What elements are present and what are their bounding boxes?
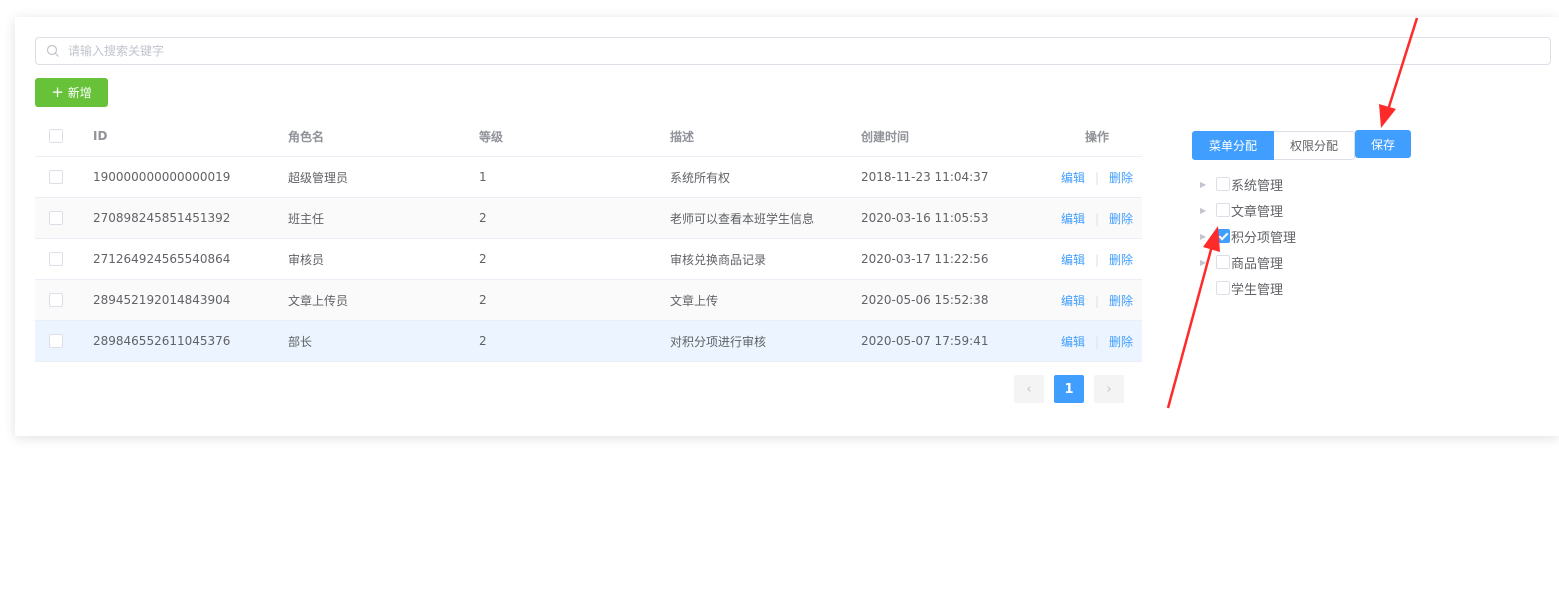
table-row[interactable]: 271264924565540864 审核员 2 审核兑换商品记录 2020-0… [35,239,1142,280]
cell-created: 2020-05-07 17:59:41 [861,334,989,348]
cell-created: 2020-03-16 11:05:53 [861,211,989,225]
tree-node-label: 商品管理 [1231,256,1284,272]
row-checkbox[interactable] [49,170,63,185]
column-header-created: 创建时间 [861,129,910,144]
divider: | [1094,334,1100,349]
cell-level: 2 [479,293,487,307]
tree-node[interactable]: ▶ 文章管理 [1200,197,1296,223]
table-row[interactable]: 289846552611045376 部长 2 对积分项进行审核 2020-05… [35,321,1142,362]
cell-desc: 老师可以查看本班学生信息 [670,211,815,226]
edit-link[interactable]: 编辑 [1061,253,1085,267]
table-row[interactable]: 270898245851451392 班主任 2 老师可以查看本班学生信息 20… [35,198,1142,239]
caret-right-icon[interactable]: ▶ [1200,206,1216,215]
table-row[interactable]: 289452192014843904 文章上传员 2 文章上传 2020-05-… [35,280,1142,321]
cell-desc: 文章上传 [670,293,719,308]
cell-desc: 系统所有权 [670,170,731,185]
tree-node-label: 积分项管理 [1231,230,1297,246]
divider: | [1094,252,1100,267]
edit-link[interactable]: 编辑 [1061,171,1085,185]
delete-link[interactable]: 删除 [1109,212,1133,226]
menu-tree: ▶ 系统管理 ▶ 文章管理 ▶ 积分项管理 ▶ 商品管理 学生管理 [1200,171,1296,301]
tree-node-label: 文章管理 [1231,204,1284,220]
cell-id: 271264924565540864 [93,252,231,266]
tab-permission-assignment[interactable]: 权限分配 [1274,131,1356,160]
table-header: ID 角色名 等级 描述 创建时间 操作 [35,116,1142,157]
cell-level: 2 [479,252,487,266]
column-header-desc: 描述 [670,129,695,144]
delete-link[interactable]: 删除 [1109,171,1133,185]
column-header-name: 角色名 [288,129,325,144]
tree-node[interactable]: ▶ 商品管理 [1200,249,1296,275]
cell-name: 审核员 [288,252,325,267]
divider: | [1094,170,1100,185]
tree-node-label: 系统管理 [1231,178,1284,194]
search-input[interactable] [66,43,1550,59]
assignment-tabs: 菜单分配 权限分配 [1192,131,1356,160]
cell-level: 1 [479,170,487,184]
roles-table: ID 角色名 等级 描述 创建时间 操作 190000000000000019 … [35,116,1142,362]
select-all-checkbox[interactable] [49,129,63,144]
column-header-actions: 操作 [1084,129,1109,144]
cell-name: 班主任 [288,211,325,226]
save-button[interactable]: 保存 [1355,130,1411,158]
cell-level: 2 [479,334,487,348]
tree-node-checkbox[interactable] [1216,177,1230,191]
cell-id: 190000000000000019 [93,170,231,184]
edit-link[interactable]: 编辑 [1061,294,1085,308]
add-button[interactable]: + 新增 [35,78,108,107]
cell-id: 289846552611045376 [93,334,231,348]
cell-name: 超级管理员 [288,170,349,185]
chevron-right-icon: › [1106,381,1112,397]
row-checkbox[interactable] [49,293,63,308]
delete-link[interactable]: 删除 [1109,253,1133,267]
cell-level: 2 [479,211,487,225]
pagination: ‹ 1 › [1014,375,1124,403]
cell-name: 文章上传员 [288,293,349,308]
tree-node[interactable]: ▶ 积分项管理 [1200,223,1296,249]
tree-node-checkbox[interactable] [1216,203,1230,217]
column-header-id: ID [93,129,108,143]
search-icon [46,44,59,57]
caret-right-icon[interactable]: ▶ [1200,180,1216,189]
cell-created: 2020-05-06 15:52:38 [861,293,989,307]
column-header-level: 等级 [479,129,504,144]
caret-right-icon[interactable]: ▶ [1200,258,1216,267]
cell-id: 270898245851451392 [93,211,231,225]
tree-node[interactable]: 学生管理 [1200,275,1296,301]
divider: | [1094,293,1100,308]
tree-node-checkbox[interactable] [1216,255,1230,269]
tree-node-label: 学生管理 [1231,282,1284,298]
row-checkbox[interactable] [49,211,63,226]
caret-right-icon[interactable]: ▶ [1200,232,1216,241]
edit-link[interactable]: 编辑 [1061,212,1085,226]
row-checkbox[interactable] [49,334,63,349]
tree-node[interactable]: ▶ 系统管理 [1200,171,1296,197]
edit-link[interactable]: 编辑 [1061,335,1085,349]
cell-created: 2020-03-17 11:22:56 [861,252,989,266]
delete-link[interactable]: 删除 [1109,335,1133,349]
tree-node-checkbox[interactable] [1216,229,1230,243]
cell-desc: 对积分项进行审核 [670,334,767,349]
cell-id: 289452192014843904 [93,293,231,307]
cell-created: 2018-11-23 11:04:37 [861,170,989,184]
plus-icon: + [51,83,64,101]
divider: | [1094,211,1100,226]
tree-node-checkbox[interactable] [1216,281,1230,295]
page-button-current[interactable]: 1 [1054,375,1084,403]
add-button-label: 新增 [67,86,92,100]
prev-page-button[interactable]: ‹ [1014,375,1044,403]
row-checkbox[interactable] [49,252,63,267]
cell-name: 部长 [288,334,313,349]
tab-menu-assignment[interactable]: 菜单分配 [1192,131,1275,160]
role-management-card: + 新增 ID 角色名 等级 描述 创建时间 操作 19000000000000… [15,17,1559,436]
chevron-left-icon: ‹ [1026,381,1032,397]
next-page-button[interactable]: › [1094,375,1124,403]
search-box[interactable] [35,37,1551,65]
delete-link[interactable]: 删除 [1109,294,1133,308]
table-row[interactable]: 190000000000000019 超级管理员 1 系统所有权 2018-11… [35,157,1142,198]
cell-desc: 审核兑换商品记录 [670,252,767,267]
